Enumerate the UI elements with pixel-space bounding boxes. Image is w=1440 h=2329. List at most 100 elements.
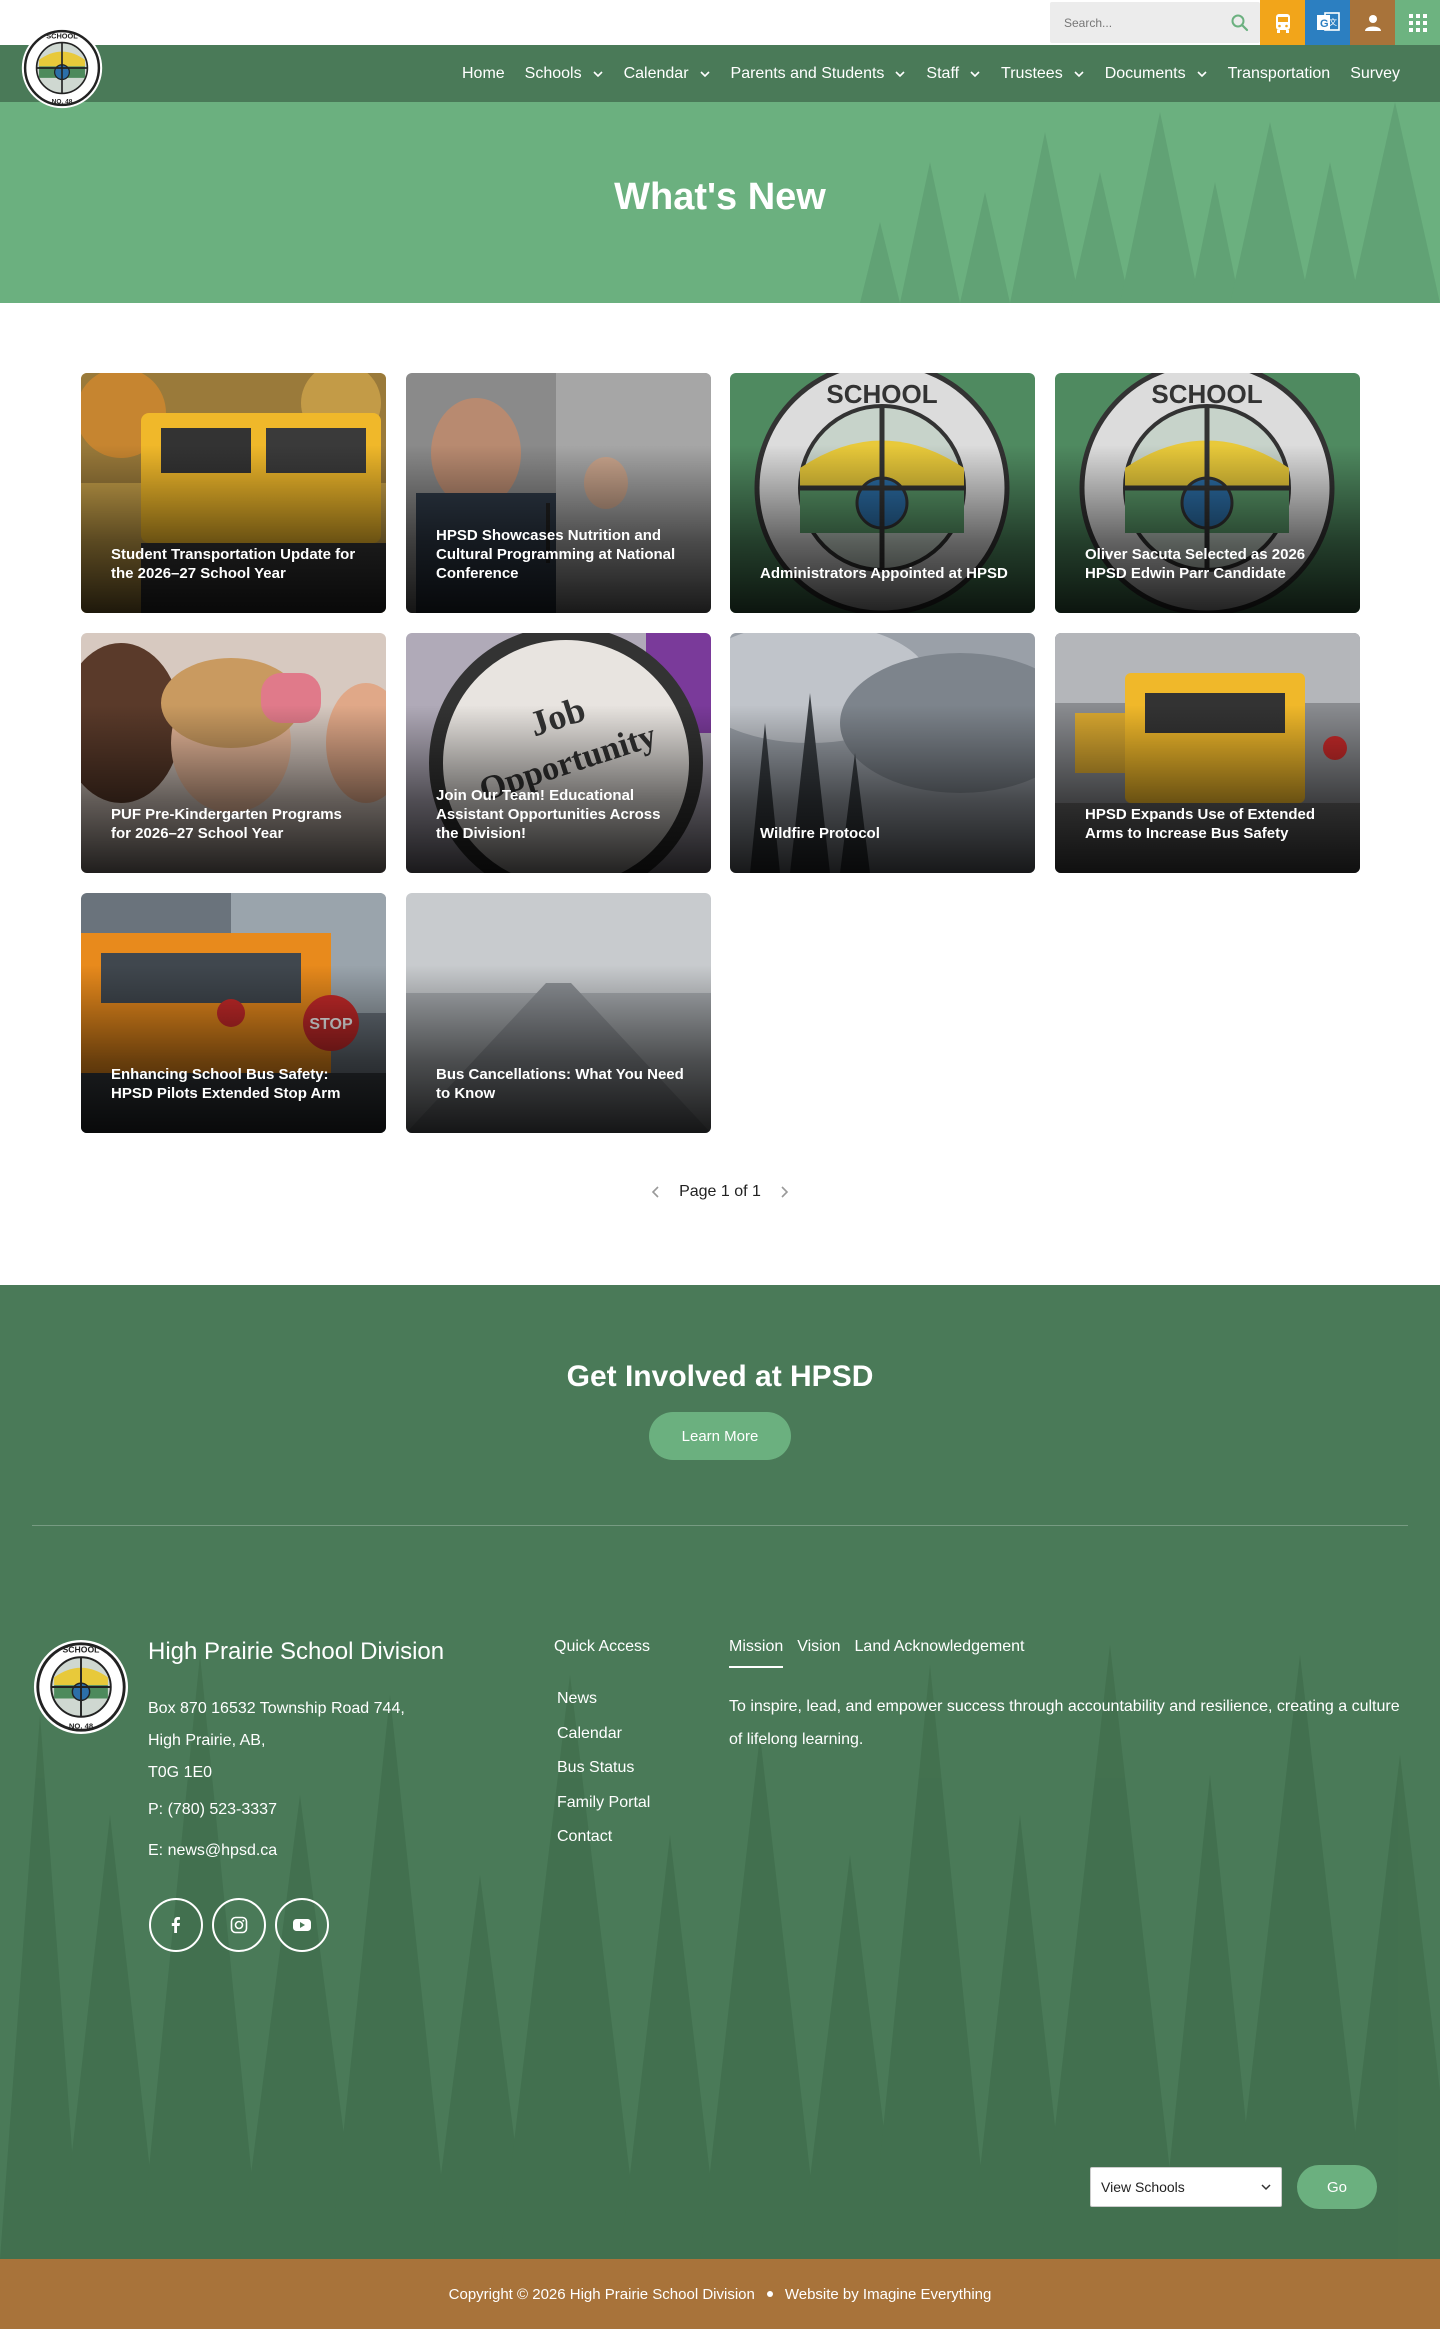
copyright-text: Copyright © 2026 High Prairie School Div… [448, 2285, 755, 2303]
facebook-icon [171, 1917, 180, 1933]
news-card[interactable]: STOPEnhancing School Bus Safety: HPSD Pi… [81, 893, 386, 1133]
tab-land-acknowledgement[interactable]: Land Acknowledgement [855, 1638, 1025, 1668]
bus-icon [1275, 13, 1290, 33]
news-card-title: Student Transportation Update for the 20… [111, 546, 356, 582]
search-input[interactable] [1064, 14, 1214, 32]
instagram-link[interactable] [212, 1898, 266, 1952]
view-schools-select[interactable]: View Schools [1090, 2167, 1282, 2207]
nav-item-schools[interactable]: Schools [515, 65, 614, 83]
bus-status-button[interactable] [1260, 0, 1305, 45]
quick-link-family-portal[interactable]: Family Portal [557, 1794, 650, 1829]
youtube-icon [293, 1919, 311, 1931]
quick-access-links: News Calendar Bus Status Family Portal Conta… [557, 1690, 650, 1863]
site-credit-link[interactable]: Website by Imagine Everything [785, 2286, 992, 2303]
account-button[interactable] [1350, 0, 1395, 45]
news-card[interactable]: Wildfire Protocol [730, 633, 1035, 873]
nav-item-documents[interactable]: Documents [1095, 65, 1218, 83]
quick-access-heading: Quick Access [554, 1638, 651, 1655]
svg-text:G: G [1320, 18, 1329, 30]
involved-heading: Get Involved at HPSD [566, 1360, 874, 1393]
nav-item-label: Schools [524, 64, 582, 82]
previous-page-icon[interactable] [649, 1185, 663, 1199]
footer-section: Get Involved at HPSD Learn More SCHOOL N… [0, 1285, 1440, 2259]
address-line: High Prairie, AB, [148, 1732, 266, 1749]
quick-link-bus-status[interactable]: Bus Status [557, 1759, 650, 1794]
nav-item-label: Trustees [1001, 64, 1063, 82]
nav-item-home[interactable]: Home [452, 65, 515, 83]
instagram-icon [230, 1916, 248, 1934]
news-card-title: Oliver Sacuta Selected as 2026 HPSD Edwi… [1085, 546, 1306, 582]
nav-menu: Home Schools Calendar Parents and Students S… [452, 45, 1410, 102]
nav-item-label: Transportation [1227, 64, 1331, 82]
info-tabs: Mission Vision Land Acknowledgement [729, 1638, 1024, 1668]
mailing-address: Box 870 16532 Township Road 744, High Pr… [148, 1693, 405, 1789]
division-logo[interactable]: SCHOOL NO. 48 [21, 27, 103, 109]
chevron-down-icon [970, 70, 980, 77]
svg-text:文: 文 [1329, 17, 1337, 27]
tab-vision[interactable]: Vision [797, 1638, 840, 1668]
email-address[interactable]: E: news@hpsd.ca [148, 1842, 277, 1860]
svg-text:SCHOOL: SCHOOL [46, 31, 78, 40]
news-card[interactable]: HPSD Showcases Nutrition and Cultural Pr… [406, 373, 711, 613]
youtube-link[interactable] [275, 1898, 329, 1952]
separator-dot [766, 2291, 773, 2297]
nav-item-label: Home [461, 64, 505, 82]
news-card[interactable]: Student Transportation Update for the 20… [81, 373, 386, 613]
news-card[interactable]: Bus Cancellations: What You Need to Know [406, 893, 711, 1133]
news-card-title: PUF Pre-Kindergarten Programs for 2026–2… [111, 806, 342, 842]
apps-grid-icon [1408, 13, 1427, 32]
translate-icon: G文 [1316, 11, 1340, 31]
chevron-down-icon [593, 70, 603, 77]
address-line: Box 870 16532 Township Road 744, [148, 1700, 405, 1717]
utility-bar: G文 [0, 0, 1440, 45]
svg-text:NO. 48: NO. 48 [69, 1721, 94, 1730]
mission-text: To inspire, lead, and empower success th… [729, 1698, 1400, 1748]
facebook-link[interactable] [149, 1898, 203, 1952]
chevron-down-icon [1074, 70, 1084, 77]
news-card-title: Bus Cancellations: What You Need to Know [436, 1066, 684, 1102]
go-button[interactable]: Go [1297, 2165, 1377, 2209]
svg-text:NO. 48: NO. 48 [52, 98, 73, 105]
learn-more-button[interactable]: Learn More [649, 1412, 791, 1460]
organization-name: High Prairie School Division [148, 1638, 445, 1665]
user-icon [1364, 14, 1381, 31]
quick-link-news[interactable]: News [557, 1690, 650, 1725]
tab-mission[interactable]: Mission [729, 1638, 784, 1668]
nav-item-calendar[interactable]: Calendar [614, 65, 721, 83]
news-card-title: Wildfire Protocol [760, 825, 880, 842]
nav-item-transportation[interactable]: Transportation [1218, 65, 1341, 83]
news-card-title: HPSD Expands Use of Extended Arms to Inc… [1085, 806, 1316, 842]
nav-item-label: Parents and Students [730, 64, 885, 82]
page-title: What's New [614, 176, 826, 218]
news-card[interactable]: HPSD Expands Use of Extended Arms to Inc… [1055, 633, 1360, 873]
news-card[interactable]: JobOpportunityJoin Our Team! Educational… [406, 633, 711, 873]
page-indicator: Page 1 of 1 [679, 1183, 761, 1200]
nav-item-parents-and-students[interactable]: Parents and Students [721, 65, 917, 83]
chevron-down-icon [895, 70, 905, 77]
phone-number[interactable]: P: (780) 523-3337 [148, 1801, 277, 1819]
apps-menu-button[interactable] [1395, 0, 1440, 45]
footer-divider [32, 1525, 1408, 1526]
address-line: T0G 1E0 [148, 1764, 213, 1781]
news-card-title: Join Our Team! Educational Assistant Opp… [436, 787, 661, 842]
next-page-icon[interactable] [777, 1185, 791, 1199]
nav-item-trustees[interactable]: Trustees [991, 65, 1095, 83]
chevron-down-icon [699, 70, 710, 77]
quick-link-contact[interactable]: Contact [557, 1828, 650, 1863]
footer-division-logo: SCHOOL NO. 48 [33, 1639, 129, 1735]
nav-item-label: Documents [1104, 64, 1186, 82]
news-card[interactable]: PUF Pre-Kindergarten Programs for 2026–2… [81, 633, 386, 873]
news-card-title: HPSD Showcases Nutrition and Cultural Pr… [436, 527, 676, 582]
translate-button[interactable]: G文 [1305, 0, 1350, 45]
news-card[interactable]: SCHOOLAdministrators Appointed at HPSD [730, 373, 1035, 613]
news-card[interactable]: SCHOOLOliver Sacuta Selected as 2026 HPS… [1055, 373, 1360, 613]
search-icon[interactable] [1230, 13, 1250, 33]
page-hero: What's New [0, 102, 1440, 303]
news-card-title: Administrators Appointed at HPSD [760, 565, 1008, 582]
nav-item-staff[interactable]: Staff [916, 65, 991, 83]
nav-item-label: Survey [1350, 64, 1400, 82]
quick-link-calendar[interactable]: Calendar [557, 1725, 650, 1760]
nav-item-label: Calendar [623, 64, 689, 82]
nav-item-survey[interactable]: Survey [1340, 65, 1410, 83]
chevron-down-icon [1261, 2184, 1271, 2191]
